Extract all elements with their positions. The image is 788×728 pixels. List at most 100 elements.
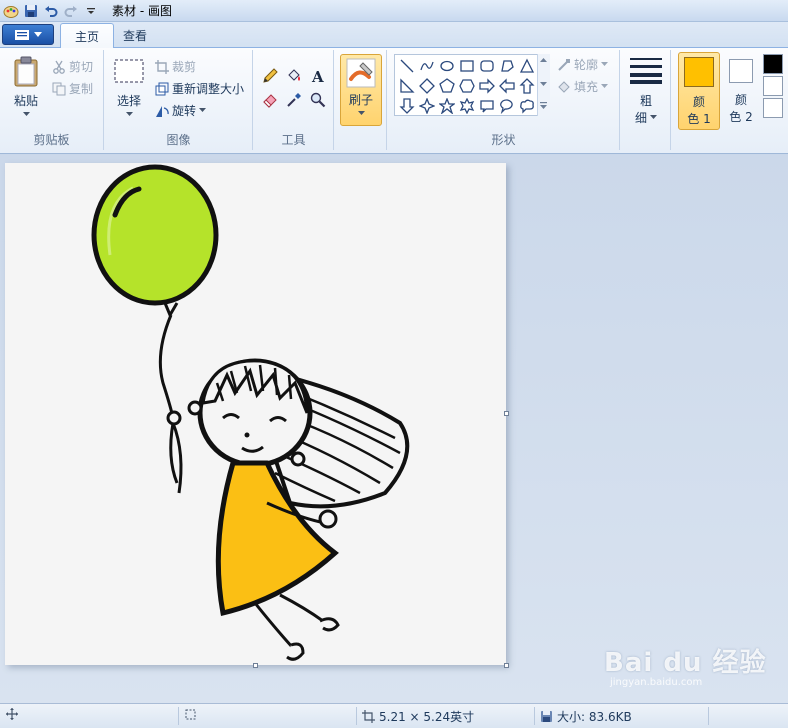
pencil-icon[interactable] xyxy=(260,66,280,86)
color-picker-icon[interactable] xyxy=(284,90,304,110)
shape-rectangle-icon[interactable] xyxy=(457,56,477,76)
shape-pentagon-icon[interactable] xyxy=(437,76,457,96)
crop-label: 裁剪 xyxy=(172,60,197,74)
color1-button[interactable]: 颜 色 1 xyxy=(678,52,720,130)
palette-black-swatch[interactable] xyxy=(763,54,783,74)
size-label-1: 粗 xyxy=(639,94,652,108)
canvas-resize-handle-corner[interactable] xyxy=(504,663,509,668)
selection-size-icon xyxy=(184,708,197,721)
shape-rounded-rectangle-icon[interactable] xyxy=(477,56,497,76)
save-icon[interactable] xyxy=(22,2,40,20)
color1-label-2: 色 1 xyxy=(687,112,711,126)
size-button[interactable]: 粗 细 xyxy=(626,56,666,126)
resize-button[interactable]: 重新调整大小 xyxy=(155,80,244,97)
shape-polygon-icon[interactable] xyxy=(497,56,517,76)
shape-down-arrow-icon[interactable] xyxy=(397,96,417,116)
shape-diamond-icon[interactable] xyxy=(417,76,437,96)
cut-label: 剪切 xyxy=(69,60,94,74)
fill-bucket-icon[interactable] xyxy=(284,66,304,86)
color1-label-1: 颜 xyxy=(692,95,705,109)
disk-icon xyxy=(541,711,552,722)
brushes-label: 刷子 xyxy=(348,93,373,107)
shape-five-point-star-icon[interactable] xyxy=(437,96,457,116)
fill-label: 填充 xyxy=(574,80,599,94)
status-bar: 5.21 × 5.24英寸 大小: 83.6KB xyxy=(0,703,788,728)
palette-custom-swatch[interactable] xyxy=(763,98,783,118)
cursor-position-icon xyxy=(6,708,18,720)
svg-text:A: A xyxy=(311,68,324,84)
redo-icon[interactable] xyxy=(62,2,80,20)
shape-callout-cloud-icon[interactable] xyxy=(517,96,537,116)
select-button[interactable]: 选择 xyxy=(111,58,147,117)
chevron-down-icon xyxy=(125,112,133,116)
paint-menu-button[interactable] xyxy=(2,24,54,45)
shape-callout-rect-icon[interactable] xyxy=(477,96,497,116)
rotate-icon xyxy=(156,105,169,117)
rotate-button[interactable]: 旋转 xyxy=(155,102,207,119)
selection-rectangle-icon xyxy=(114,59,144,83)
copy-button[interactable]: 复制 xyxy=(52,80,93,97)
clipboard-icon xyxy=(14,56,38,87)
drawing-canvas[interactable] xyxy=(5,163,506,665)
shape-line-icon[interactable] xyxy=(397,56,417,76)
shape-curve-icon[interactable] xyxy=(417,56,437,76)
girl-leg-right xyxy=(279,593,324,623)
crop-button[interactable]: 裁剪 xyxy=(155,58,196,75)
tab-home-label: 主页 xyxy=(75,30,100,44)
paste-button[interactable]: 粘贴 xyxy=(8,56,44,117)
paint-app-icon[interactable] xyxy=(2,2,20,20)
shape-right-arrow-icon[interactable] xyxy=(477,76,497,96)
app-menu-icon xyxy=(15,29,29,40)
shape-triangle-icon[interactable] xyxy=(517,56,537,76)
canvas-resize-handle-bottom[interactable] xyxy=(253,663,258,668)
shape-up-arrow-icon[interactable] xyxy=(517,76,537,96)
paste-label: 粘贴 xyxy=(13,94,38,108)
color1-swatch xyxy=(684,57,714,87)
ribbon-divider xyxy=(670,50,671,150)
shapes-gallery xyxy=(394,54,550,116)
size-label-row: 细 xyxy=(635,109,657,126)
balloon-string xyxy=(158,314,175,419)
canvas-resize-handle-right[interactable] xyxy=(504,411,509,416)
tab-view[interactable]: 查看 xyxy=(109,23,161,48)
image-dimensions: 5.21 × 5.24英寸 xyxy=(362,708,474,725)
ribbon-tab-row: 主页 查看 xyxy=(0,22,788,49)
chevron-down-icon xyxy=(199,108,207,112)
crop-icon xyxy=(155,59,169,74)
status-separator xyxy=(708,707,709,725)
shape-left-arrow-icon[interactable] xyxy=(497,76,517,96)
magnifier-icon[interactable] xyxy=(308,90,328,110)
outline-button[interactable]: 轮廓 xyxy=(557,56,609,73)
fill-button[interactable]: 填充 xyxy=(557,78,609,95)
dimensions-icon xyxy=(362,710,375,723)
baidu-jingyan-watermark: Bai du 经验 jingyan.baidu.com xyxy=(604,642,767,688)
ribbon: 粘贴 剪切 复制 剪贴板 选择 裁剪 重新调整大小 旋转 图像 A 工具 刷子 … xyxy=(0,48,788,154)
shape-right-triangle-icon[interactable] xyxy=(397,76,417,96)
shape-four-point-star-icon[interactable] xyxy=(417,96,437,116)
balloon xyxy=(91,164,219,306)
shapes-group-label: 形状 xyxy=(491,133,516,147)
tab-home[interactable]: 主页 xyxy=(60,23,115,49)
palette-white-swatch[interactable] xyxy=(763,76,783,96)
eraser-icon[interactable] xyxy=(260,90,280,110)
image-group: 选择 裁剪 重新调整大小 旋转 图像 xyxy=(105,50,253,150)
file-size-text: 大小: 83.6KB xyxy=(557,710,632,724)
customize-quick-access-icon[interactable] xyxy=(82,2,100,20)
shapes-gallery-scrollbar[interactable] xyxy=(537,54,550,116)
tools-grid: A xyxy=(260,66,328,110)
brushes-button[interactable]: 刷子 xyxy=(340,54,382,126)
tab-view-label: 查看 xyxy=(123,29,148,43)
shape-six-point-star-icon[interactable] xyxy=(457,96,477,116)
shape-callout-oval-icon[interactable] xyxy=(497,96,517,116)
fill-bucket-icon xyxy=(558,80,570,93)
status-separator xyxy=(356,707,357,725)
status-separator xyxy=(178,707,179,725)
text-icon[interactable]: A xyxy=(308,66,328,86)
window-title: 素材 - 画图 xyxy=(112,4,172,18)
outline-label: 轮廓 xyxy=(574,58,599,72)
cut-button[interactable]: 剪切 xyxy=(52,58,93,75)
color2-button[interactable]: 颜 色 2 xyxy=(722,52,760,125)
shape-hexagon-icon[interactable] xyxy=(457,76,477,96)
shape-oval-icon[interactable] xyxy=(437,56,457,76)
undo-icon[interactable] xyxy=(42,2,60,20)
